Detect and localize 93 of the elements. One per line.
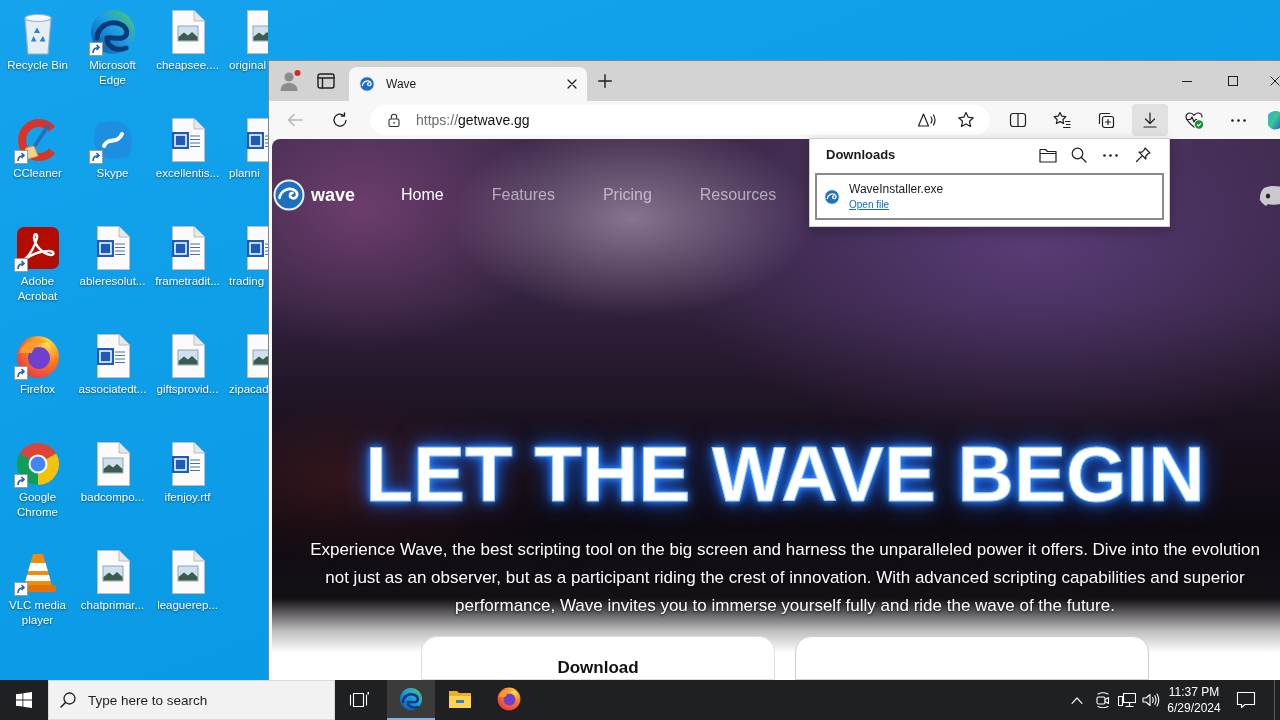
word-document-icon[interactable] <box>95 334 130 378</box>
icon-label[interactable]: planni <box>225 166 260 181</box>
more-dots-icon[interactable] <box>1103 153 1118 157</box>
clock-date[interactable]: 6/29/2024 <box>1167 700 1221 716</box>
favorites-star-icon <box>1052 110 1072 130</box>
nav-link[interactable]: Pricing <box>602 183 652 207</box>
word-document-icon[interactable] <box>170 442 205 486</box>
wave-logo-icon[interactable] <box>273 179 305 211</box>
windows-logo-icon[interactable] <box>16 692 32 708</box>
heart-pulse-icon <box>1184 110 1204 130</box>
task-view-icon[interactable] <box>349 691 369 709</box>
icon-label[interactable]: original <box>225 58 267 73</box>
card-title: Download <box>557 658 639 679</box>
hero-description: Experience Wave, the best scripting tool on the big screen and harness the unparalleled power it offers. Dive into the evolution not just as an observer, but as a participant riding the crest of innovation. With advanced scripting capabilities and superior performance, Wave invites you to immerse yourself fully and ride the wave of the future. <box>309 539 1261 617</box>
refresh-icon[interactable] <box>332 112 348 128</box>
wave-file-icon <box>824 188 840 205</box>
network-icon[interactable] <box>1118 692 1136 708</box>
search-icon <box>60 692 76 708</box>
split-screen-icon <box>1008 110 1028 130</box>
icon-label[interactable]: Skype <box>96 166 129 181</box>
meet-camera-icon[interactable] <box>1095 692 1111 708</box>
word-document-icon[interactable] <box>246 118 268 162</box>
image-file-icon[interactable] <box>170 550 205 594</box>
download-item[interactable]: WaveInstaller.exe Open file <box>815 173 1164 220</box>
edge-icon[interactable] <box>88 8 137 56</box>
file-name: WaveInstaller.exe <box>849 182 944 197</box>
search-icon[interactable] <box>1071 147 1087 163</box>
icon-label[interactable]: associatedt... <box>78 382 147 397</box>
word-document-icon[interactable] <box>246 226 268 270</box>
search-field[interactable]: Type here to search <box>48 680 335 720</box>
icon-label[interactable]: Recycle Bin <box>7 58 68 73</box>
favorite-star-icon[interactable] <box>957 111 975 129</box>
lock-icon[interactable] <box>388 113 400 127</box>
firefox-icon <box>497 687 521 711</box>
logo-text[interactable]: wave <box>311 181 356 209</box>
icon-label[interactable]: Google Chrome <box>1 490 74 520</box>
edge-icon <box>399 687 423 711</box>
collections-icon <box>1096 110 1116 130</box>
new-tab-plus-icon[interactable] <box>598 74 612 88</box>
profile-icon[interactable] <box>278 69 302 93</box>
more-dots-icon <box>1230 118 1246 122</box>
nav-link[interactable]: Home <box>401 183 444 207</box>
browser-tab[interactable]: Wave <box>349 67 587 101</box>
wave-favicon-icon <box>359 76 375 92</box>
icon-label[interactable]: giftsprovid... <box>156 382 219 397</box>
icon-label[interactable]: Adobe Acrobat <box>1 274 74 304</box>
image-file-icon[interactable] <box>95 442 130 486</box>
clock-time[interactable]: 11:37 PM <box>1168 684 1220 700</box>
maximize-icon[interactable] <box>1228 76 1238 86</box>
icon-label[interactable]: Microsoft Edge <box>76 58 149 88</box>
edge-taskbar-button[interactable] <box>387 680 435 720</box>
minimize-icon[interactable] <box>1182 80 1192 82</box>
open-file-link[interactable]: Open file <box>849 199 890 211</box>
gradient-logo-icon[interactable] <box>1268 110 1280 130</box>
icon-label[interactable]: zipacad <box>225 382 268 397</box>
icon-label[interactable]: excellentis... <box>155 166 220 181</box>
image-file-icon[interactable] <box>95 550 130 594</box>
icon-label[interactable]: ableresolut... <box>79 274 146 289</box>
tab-actions-icon[interactable] <box>317 73 335 89</box>
folder-icon[interactable] <box>1039 147 1057 163</box>
folder-icon <box>448 689 472 709</box>
word-document-icon[interactable] <box>170 226 205 270</box>
icon-label[interactable]: CCleaner <box>13 166 62 181</box>
icon-label[interactable]: leaguerep... <box>157 598 218 613</box>
read-aloud-icon[interactable] <box>917 112 937 128</box>
icon-label[interactable]: ifenjoy.rtf <box>164 490 211 505</box>
image-file-icon[interactable] <box>170 10 205 54</box>
chat-logo-icon[interactable] <box>1258 183 1280 207</box>
volume-icon[interactable] <box>1142 692 1160 708</box>
word-document-icon[interactable] <box>95 226 130 270</box>
image-file-icon[interactable] <box>246 10 268 54</box>
address-field[interactable]: https://getwave.gg <box>370 105 990 135</box>
image-file-icon[interactable] <box>246 334 268 378</box>
downloads-button[interactable] <box>1132 104 1168 136</box>
download-arrow-icon <box>1143 112 1157 128</box>
notification-icon[interactable] <box>1236 691 1256 709</box>
panel-title: Downloads <box>826 146 896 165</box>
word-document-icon[interactable] <box>170 118 205 162</box>
close-tab-icon[interactable] <box>567 79 577 89</box>
nav-link[interactable]: Resources <box>699 183 777 207</box>
nav-link[interactable]: Features <box>491 183 555 207</box>
icon-label[interactable]: cheapsee.... <box>156 58 219 73</box>
icon-label[interactable]: VLC media player <box>1 598 74 628</box>
hero-headline: LET THE WAVE BEGIN <box>365 435 1205 513</box>
image-file-icon[interactable] <box>170 334 205 378</box>
icon-label[interactable]: chatprimar... <box>80 598 145 613</box>
pin-icon[interactable] <box>1135 147 1151 163</box>
icon-label[interactable]: Firefox <box>19 382 56 397</box>
icon-label[interactable]: frametradit... <box>155 274 220 289</box>
close-icon[interactable] <box>1270 76 1280 86</box>
chevron-up-icon[interactable] <box>1071 696 1083 704</box>
icon-label[interactable]: trading <box>225 274 265 289</box>
icon-label[interactable]: badcompo... <box>80 490 145 505</box>
